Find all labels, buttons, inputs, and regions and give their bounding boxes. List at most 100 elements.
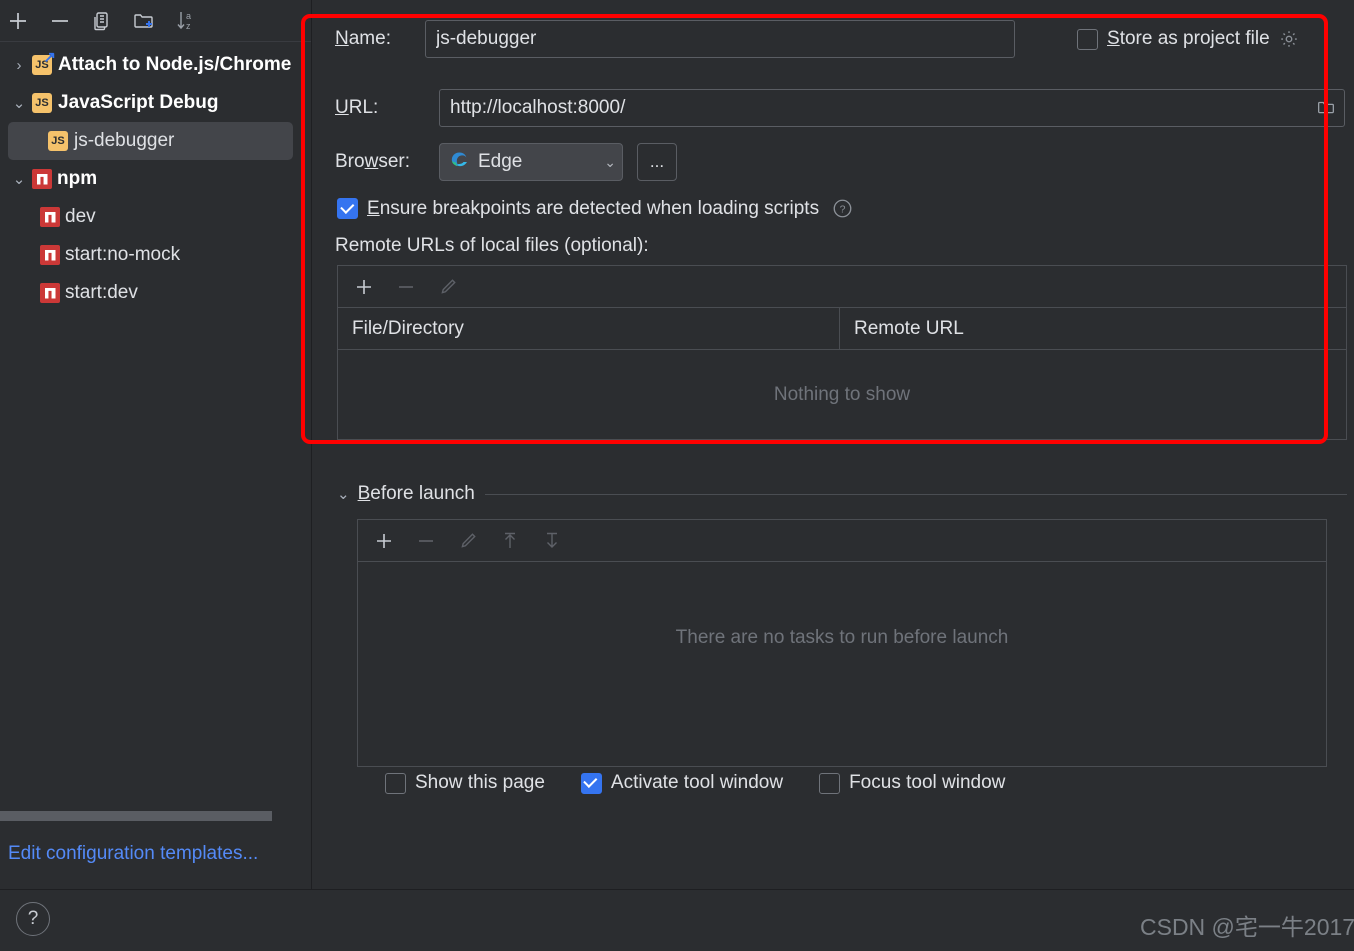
browser-select-value: Edge — [478, 151, 523, 172]
show-this-page-checkbox[interactable] — [385, 772, 406, 794]
tree-item-label: JavaScript Debug — [58, 92, 219, 113]
folder-icon[interactable] — [1315, 97, 1337, 119]
tree-item-label: start:no-mock — [65, 244, 181, 265]
remote-urls-label: Remote URLs of local files (optional): — [335, 235, 649, 256]
tree-item-label: dev — [65, 206, 96, 227]
new-folder-icon[interactable] — [130, 7, 158, 35]
help-button[interactable]: ? — [16, 902, 50, 936]
ensure-breakpoints-label: Ensure breakpoints are detected when loa… — [367, 197, 820, 219]
collapse-chevron-icon[interactable]: ⌄ — [6, 96, 32, 111]
url-label: URL: — [335, 97, 379, 118]
url-label-rest: RL: — [348, 97, 379, 118]
sidebar-horizontal-scrollbar[interactable] — [0, 811, 312, 821]
url-row: URL: — [335, 89, 1345, 127]
add-task-button[interactable] — [372, 529, 396, 553]
copy-icon[interactable] — [88, 7, 116, 35]
browser-label-rest: ser: — [378, 151, 410, 172]
before-launch-empty-message: There are no tasks to run before launch — [675, 627, 1009, 648]
edit-task-button — [456, 529, 480, 553]
chevron-down-icon[interactable]: ⌄ — [604, 154, 616, 171]
store-as-project-file-group[interactable]: Store as project file — [1077, 28, 1300, 50]
js-icon: JS — [32, 93, 52, 113]
svg-text:z: z — [186, 21, 191, 31]
move-task-down-button — [540, 529, 564, 553]
column-header-file-directory[interactable]: File/Directory — [338, 308, 840, 349]
configurations-sidebar: a z › JS ↗ Attach to Node.js/Chrome ⌄ JS … — [0, 0, 312, 889]
name-row: Name: Store as project file — [335, 20, 1354, 58]
url-field-wrap — [439, 89, 1345, 127]
browser-more-button[interactable]: ... — [637, 143, 677, 181]
tree-item-label: npm — [57, 168, 98, 189]
before-launch-title-rest: efore launch — [370, 483, 475, 504]
focus-tool-window-checkbox[interactable] — [819, 772, 841, 794]
tree-item-npm-dev[interactable]: dev — [0, 198, 311, 236]
tree-item-attach-to-node[interactable]: › JS ↗ Attach to Node.js/Chrome — [0, 46, 311, 84]
show-this-page-option[interactable]: Show this page — [385, 772, 545, 794]
tree-item-npm-start-no-mock[interactable]: start:no-mock — [0, 236, 311, 274]
npm-icon — [40, 245, 60, 265]
show-this-page-label: Show this page — [415, 772, 545, 793]
browser-select[interactable]: Edge ⌄ — [439, 143, 623, 181]
section-divider — [484, 493, 1347, 495]
external-arrow-icon: ↗ — [43, 49, 56, 66]
column-header-remote-url[interactable]: Remote URL — [840, 308, 964, 349]
edge-icon — [449, 149, 470, 176]
name-label: Name: — [335, 28, 391, 49]
js-icon: JS — [48, 131, 68, 151]
dialog-button-bar: ? Debug ⌄ OK Cancel Apply — [0, 889, 1354, 951]
sidebar-toolbar: a z — [0, 0, 311, 42]
activate-tool-window-checkbox[interactable] — [580, 772, 602, 794]
collapse-chevron-icon[interactable]: ⌄ — [337, 485, 350, 503]
remove-configuration-button[interactable] — [46, 7, 74, 35]
tree-item-npm[interactable]: ⌄ npm — [0, 160, 311, 198]
remote-urls-table-toolbar — [338, 266, 1346, 308]
sort-az-icon[interactable]: a z — [172, 7, 200, 35]
before-launch-options: Show this page Activate tool window Focu… — [385, 772, 1005, 794]
expand-chevron-icon[interactable]: › — [6, 58, 32, 73]
tree-item-label: Attach to Node.js/Chrome — [58, 54, 292, 75]
remove-task-button — [414, 529, 438, 553]
ensure-breakpoints-checkbox[interactable] — [337, 198, 358, 219]
browser-label: Browser: — [335, 151, 410, 172]
npm-icon — [32, 169, 52, 189]
edit-mapping-button — [436, 275, 460, 299]
edit-configuration-templates-link[interactable]: Edit configuration templates... — [8, 843, 258, 865]
remove-mapping-button — [394, 275, 418, 299]
npm-icon — [40, 207, 60, 227]
svg-text:a: a — [186, 11, 191, 21]
focus-tool-window-label: Focus tool window — [849, 772, 1006, 793]
browser-select-value-wrap: Edge — [449, 149, 522, 176]
before-launch-header[interactable]: ⌄ Before launch — [337, 483, 1347, 505]
tree-item-label: start:dev — [65, 282, 138, 303]
remote-urls-table: File/Directory Remote URL Nothing to sho… — [337, 265, 1347, 440]
add-configuration-button[interactable] — [4, 7, 32, 35]
tree-item-javascript-debug[interactable]: ⌄ JS JavaScript Debug — [0, 84, 311, 122]
run-debug-configurations-dialog: a z › JS ↗ Attach to Node.js/Chrome ⌄ JS … — [0, 0, 1354, 951]
before-launch-toolbar — [358, 520, 1326, 562]
tree-item-npm-start-dev[interactable]: start:dev — [0, 274, 311, 312]
scrollbar-thumb[interactable] — [0, 811, 272, 821]
collapse-chevron-icon[interactable]: ⌄ — [6, 172, 32, 187]
help-icon[interactable]: ? — [831, 197, 854, 220]
name-input[interactable] — [425, 20, 1015, 58]
add-mapping-button[interactable] — [352, 275, 376, 299]
gear-icon[interactable] — [1278, 28, 1300, 50]
activate-tool-window-label: Activate tool window — [610, 772, 784, 793]
js-attach-icon: JS ↗ — [32, 50, 56, 75]
move-task-up-button — [498, 529, 522, 553]
ensure-breakpoints-row: Ensure breakpoints are detected when loa… — [337, 197, 854, 220]
svg-text:?: ? — [840, 203, 846, 215]
store-as-project-file-checkbox[interactable] — [1077, 28, 1098, 50]
before-launch-title: Before launch — [357, 483, 475, 504]
name-label-rest: ame: — [348, 28, 391, 49]
tree-item-label: js-debugger — [74, 130, 175, 151]
ensure-label-rest: nsure breakpoints are detected when load… — [379, 197, 820, 219]
activate-tool-window-option[interactable]: Activate tool window — [580, 772, 784, 794]
focus-tool-window-option[interactable]: Focus tool window — [819, 772, 1005, 794]
configurations-tree: › JS ↗ Attach to Node.js/Chrome ⌄ JS Java… — [0, 42, 311, 312]
browser-row: Browser: Edge ⌄ ... — [335, 143, 677, 181]
url-input[interactable] — [439, 89, 1345, 127]
tree-item-js-debugger[interactable]: JS js-debugger — [8, 122, 293, 160]
store-as-project-file-label: Store as project file — [1107, 28, 1270, 49]
configuration-editor-panel: Name: Store as project file URL: — [313, 0, 1354, 889]
